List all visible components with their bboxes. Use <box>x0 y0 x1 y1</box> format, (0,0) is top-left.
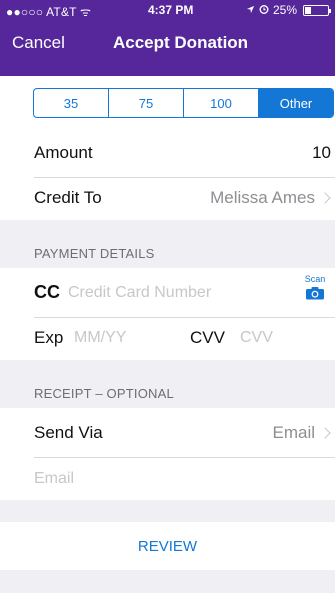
email-row[interactable]: Email <box>0 458 335 500</box>
battery-percent: 25% <box>272 3 297 17</box>
send-via-label: Send Via <box>34 423 103 442</box>
amount-label: Amount <box>34 143 93 162</box>
location-arrow-icon <box>246 3 255 17</box>
send-via-row[interactable]: Send Via Email <box>0 408 335 458</box>
exp-label: Exp <box>34 328 64 347</box>
chevron-right-icon <box>319 192 331 204</box>
amount-option-35[interactable]: 35 <box>34 89 109 117</box>
amount-value[interactable]: 10 <box>312 143 331 163</box>
exp-input[interactable]: MM/YY <box>74 329 126 347</box>
send-via-value: Email <box>272 423 331 443</box>
carrier-signal: ●●○○○ AT&T ᯤ <box>6 5 92 19</box>
amount-option-other[interactable]: Other <box>259 89 333 117</box>
battery-icon <box>303 4 331 16</box>
amount-segmented-control: 35 75 100 Other <box>33 88 334 118</box>
send-via-option: Email <box>272 423 315 442</box>
status-bar: ●●○○○ AT&T ᯤ 4:37 PM 25% <box>0 0 335 20</box>
cvv-input[interactable]: CVV <box>240 329 273 347</box>
cancel-button[interactable]: Cancel <box>12 33 65 53</box>
email-input[interactable]: Email <box>34 470 74 488</box>
cc-label: CC <box>34 282 60 302</box>
scan-label: Scan <box>304 274 326 284</box>
amount-option-100[interactable]: 100 <box>184 89 259 117</box>
receipt-header: RECEIPT – OPTIONAL <box>34 386 174 401</box>
payment-details-header: PAYMENT DETAILS <box>34 246 155 261</box>
credit-to-row[interactable]: Credit To Melissa Ames <box>0 178 335 220</box>
credit-to-label: Credit To <box>34 188 102 207</box>
amount-row[interactable]: Amount 10 <box>0 128 335 178</box>
review-button[interactable]: REVIEW <box>0 522 335 570</box>
cvv-label: CVV <box>190 328 225 347</box>
expiry-cvv-row: Exp MM/YY CVV CVV <box>0 318 335 360</box>
alarm-icon <box>259 3 269 17</box>
scan-card-button[interactable]: Scan <box>303 274 327 300</box>
camera-icon <box>305 286 325 300</box>
status-time: 4:37 PM <box>148 3 194 17</box>
navigation-bar: ●●○○○ AT&T ᯤ 4:37 PM 25% Cancel Accept D… <box>0 0 335 76</box>
credit-card-row[interactable]: CC Credit Card Number Scan <box>0 268 335 318</box>
credit-card-number-input[interactable]: Credit Card Number <box>68 284 211 302</box>
amount-option-75[interactable]: 75 <box>109 89 184 117</box>
page-title: Accept Donation <box>113 33 249 52</box>
credit-to-value: Melissa Ames <box>210 188 331 208</box>
credit-to-name: Melissa Ames <box>210 188 315 207</box>
amount-presets: 35 75 100 Other <box>0 76 335 128</box>
chevron-right-icon <box>319 427 331 439</box>
status-right: 25% <box>246 3 331 17</box>
